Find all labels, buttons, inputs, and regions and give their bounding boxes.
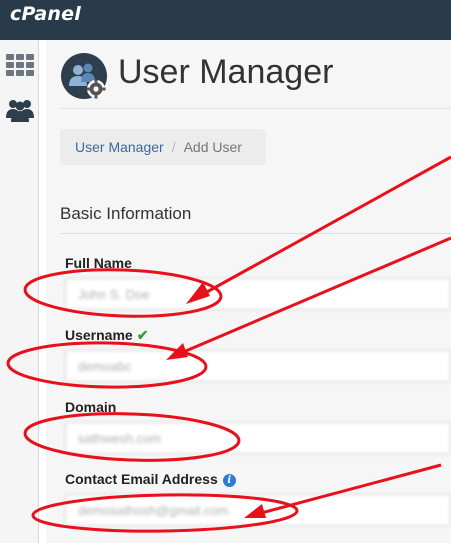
- main-content: User Manager User Manager / Add User Bas…: [46, 40, 451, 543]
- title-divider: [60, 108, 451, 109]
- email-input[interactable]: [65, 494, 451, 526]
- info-icon[interactable]: i: [222, 474, 236, 487]
- page-title: User Manager: [118, 53, 334, 91]
- sidebar: [0, 40, 39, 543]
- breadcrumb: User Manager / Add User: [60, 129, 266, 165]
- breadcrumb-current: Add User: [183, 139, 242, 155]
- user-manager-gear-icon: [61, 53, 107, 99]
- valid-check-icon: ✔: [136, 327, 149, 343]
- breadcrumb-user-manager-link[interactable]: User Manager: [75, 139, 164, 155]
- domain-input[interactable]: [65, 422, 451, 454]
- breadcrumb-separator: /: [171, 139, 176, 155]
- section-title: Basic Information: [60, 204, 192, 223]
- full-name-input[interactable]: [65, 278, 451, 310]
- username-input[interactable]: [65, 350, 451, 382]
- email-label: Contact Email Address i: [65, 471, 236, 487]
- grid-icon[interactable]: [5, 52, 35, 78]
- full-name-label: Full Name: [65, 255, 132, 271]
- domain-label: Domain: [65, 399, 117, 415]
- users-icon[interactable]: [5, 96, 35, 122]
- cpanel-logo[interactable]: cPanel: [10, 3, 81, 25]
- section-divider: [60, 233, 451, 234]
- top-bar: cPanel: [0, 0, 451, 40]
- username-label: Username ✔: [65, 327, 149, 343]
